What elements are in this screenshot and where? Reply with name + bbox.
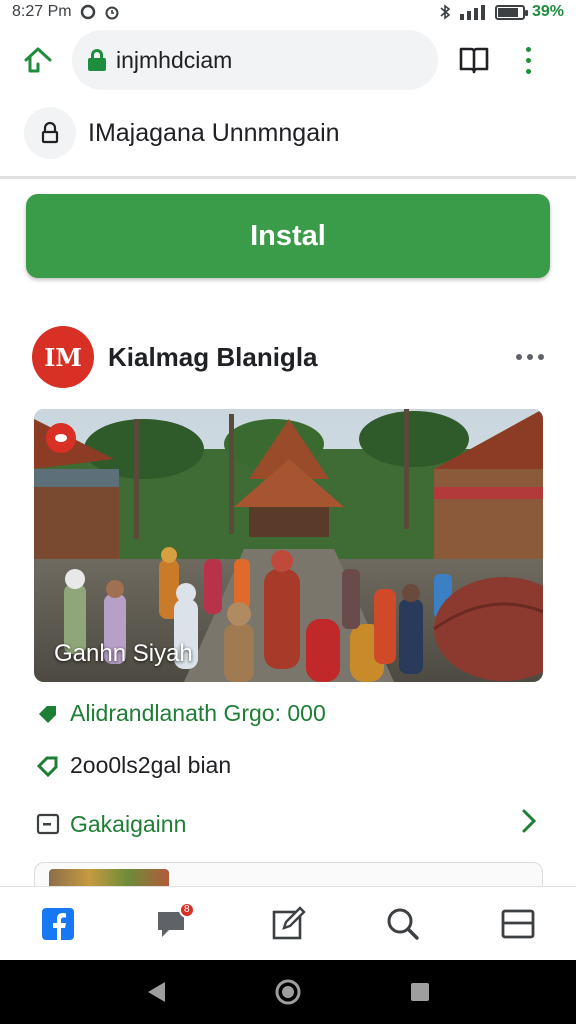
site-info-row[interactable]: IMajagana Unnmngain [0,96,576,170]
notification-badge: 8 [178,901,195,918]
status-bar: 8:27 Pm 39% [0,0,576,24]
back-icon [148,982,165,1002]
sync-icon [80,4,95,20]
browser-toolbar: injmhdciam [0,24,576,96]
system-navigation [0,960,576,1024]
back-button[interactable] [126,962,186,1022]
post-title[interactable]: Kialmag Blanigla [108,342,318,373]
home-button[interactable] [16,38,60,82]
status-time: 8:27 Pm [12,3,72,20]
edit-icon [272,905,306,939]
bluetooth-icon [440,4,451,20]
url-text: injmhdciam [116,46,233,73]
avatar[interactable]: IM [32,326,94,388]
detail-text: Alidrandlanath Grgo: 000 [70,700,326,726]
detail-text: 2oo0ls2gal bian [70,752,232,778]
nav-create[interactable] [258,894,318,954]
battery-icon [494,4,528,20]
label-outline-icon [36,754,60,778]
facebook-icon [41,907,74,940]
nav-tabs[interactable] [488,894,548,954]
detail-row-info[interactable]: 2oo0ls2gal bian [36,752,231,779]
alarm-icon [105,6,119,20]
detail-row-price[interactable]: Alidrandlanath Grgo: 000 [36,700,326,727]
recents-icon [411,983,429,1001]
battery-percent: 39% [531,3,564,20]
url-bar[interactable]: injmhdciam [72,30,438,90]
install-button[interactable]: Instal [26,194,550,278]
signal-icon [459,5,485,20]
more-horiz-icon[interactable] [512,346,548,368]
home-nav-button[interactable] [258,962,318,1022]
detail-text: Gakaigainn [70,810,187,837]
reader-mode-button[interactable] [452,38,496,82]
post-header: IM Kialmag Blanigla [32,324,548,390]
site-name: IMajagana Unnmngain [88,118,340,147]
card-icon [36,812,60,836]
site-lock-button[interactable] [24,107,76,159]
home-icon [24,47,52,73]
nav-messages[interactable]: 8 [143,894,203,954]
detail-row-link[interactable]: Gakaigainn [36,808,540,840]
search-icon [387,908,419,940]
lock-outline-icon [41,121,59,144]
circle-home-icon [275,979,301,1005]
bottom-nav: 8 [0,886,576,960]
lock-icon [88,49,106,71]
chevron-right-icon[interactable] [518,808,540,840]
tabs-icon [501,909,535,938]
nav-home[interactable] [28,894,88,954]
tag-icon [36,702,60,726]
post-photo[interactable]: Ganhn Siyah [34,409,543,682]
divider [0,176,576,179]
photo-caption: Ganhn Siyah [54,640,193,667]
recents-button[interactable] [390,962,450,1022]
photo-badge-icon [46,423,76,453]
more-vert-icon[interactable] [518,38,538,82]
nav-search[interactable] [373,894,433,954]
reader-icon [459,47,489,74]
